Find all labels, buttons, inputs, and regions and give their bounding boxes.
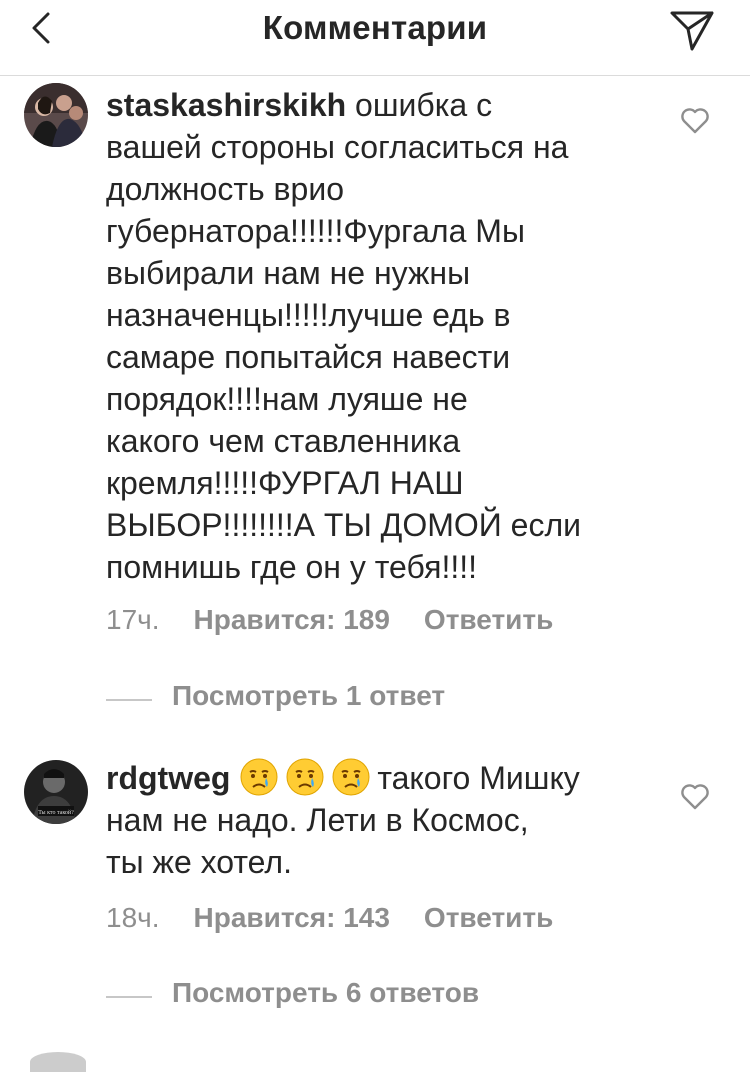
comment-line: какого чем ставленника bbox=[106, 423, 461, 459]
like-heart-icon[interactable] bbox=[680, 106, 710, 134]
comment-meta: 18ч. Нравится: 143 Ответить bbox=[106, 902, 587, 934]
likes-count[interactable]: Нравится: 143 bbox=[194, 902, 390, 933]
comment-meta: 17ч. Нравится: 189 Ответить bbox=[106, 604, 587, 636]
reply-button[interactable]: Ответить bbox=[424, 902, 553, 933]
comment-line: ВЫБОР!!!!!!!!А ТЫ ДОМОЙ если bbox=[106, 507, 582, 543]
avatar[interactable] bbox=[24, 83, 88, 147]
comment-line: выбирали нам не нужны bbox=[106, 255, 471, 291]
comment-line: нам не надо. Лети в Космос, bbox=[106, 802, 529, 838]
crying-face-emoji bbox=[239, 757, 279, 797]
view-replies-label: Посмотреть 1 ответ bbox=[172, 680, 446, 711]
comment-line: ошибка с bbox=[355, 87, 493, 123]
comment-line: такого Мишку bbox=[377, 760, 580, 796]
comment-line: назначенцы!!!!!лучше едь в bbox=[106, 297, 511, 333]
reply-button[interactable]: Ответить bbox=[424, 604, 553, 635]
like-heart-icon[interactable] bbox=[680, 782, 710, 810]
comment-username[interactable]: rdgtweg bbox=[106, 760, 230, 796]
comment-line: помнишь где он у тебя!!!! bbox=[106, 549, 477, 585]
comment-line: должность врио bbox=[106, 171, 344, 207]
comment-time: 17ч. bbox=[106, 604, 160, 635]
avatar-caption: Ты кто такой? bbox=[38, 809, 74, 816]
crying-face-emoji bbox=[331, 757, 371, 797]
view-replies-label: Посмотреть 6 ответов bbox=[172, 977, 480, 1008]
avatar-photo bbox=[24, 83, 88, 147]
avatar-photo: Ты кто такой? bbox=[24, 760, 88, 824]
paper-plane-icon bbox=[670, 11, 714, 51]
share-button[interactable] bbox=[664, 5, 720, 53]
header-bar: Комментарии bbox=[0, 0, 750, 76]
comment-text: staskashirskikh ошибка с вашей стороны с… bbox=[106, 84, 646, 588]
page-title: Комментарии bbox=[262, 9, 488, 46]
comment-line: кремля!!!!!ФУРГАЛ НАШ bbox=[106, 465, 464, 501]
comment-line: самаре попытайся навести bbox=[106, 339, 511, 375]
divider-line bbox=[106, 699, 152, 701]
comment-time: 18ч. bbox=[106, 902, 160, 933]
divider-line bbox=[106, 996, 152, 998]
likes-count[interactable]: Нравится: 189 bbox=[194, 604, 390, 635]
crying-face-emoji bbox=[285, 757, 325, 797]
comment-text: rdgtweg такого Мишку нам не надо. Лети в… bbox=[106, 757, 646, 883]
avatar[interactable] bbox=[30, 1052, 86, 1072]
comment-line: порядок!!!!нам луяше не bbox=[106, 381, 468, 417]
avatar[interactable]: Ты кто такой? bbox=[24, 760, 88, 824]
comment-line: ты же хотел. bbox=[106, 844, 292, 880]
comment-line: вашей стороны согласиться на bbox=[106, 129, 569, 165]
comment-line: губернатора!!!!!!Фургала Мы bbox=[106, 213, 525, 249]
comment-username[interactable]: staskashirskikh bbox=[106, 87, 346, 123]
